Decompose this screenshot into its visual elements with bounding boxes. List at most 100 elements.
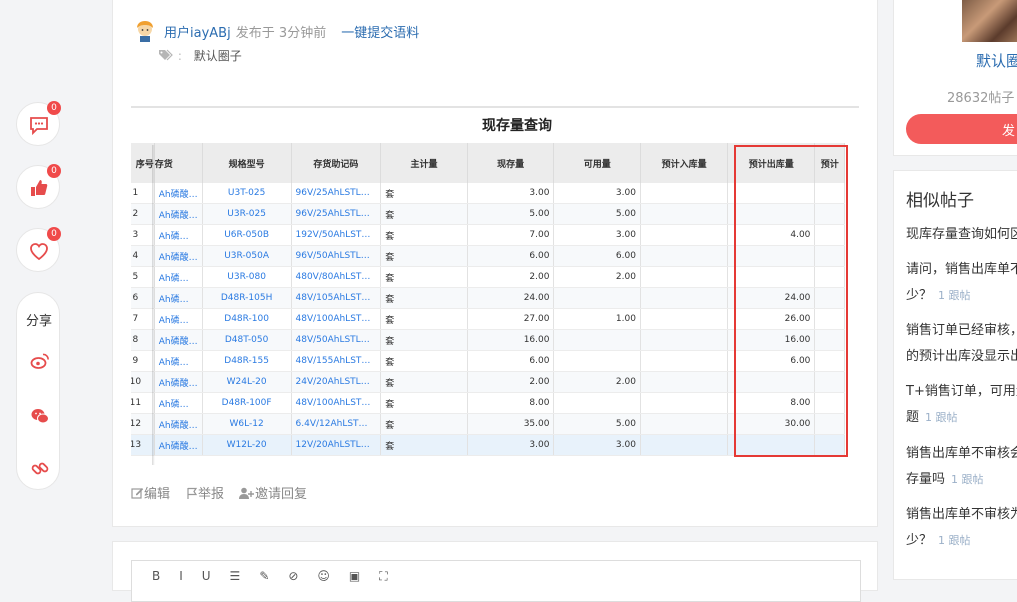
similar-post-4-line2[interactable]: 题1 跟帖 — [906, 406, 958, 425]
similar-post-2[interactable]: 请问，销售出库单不 — [906, 258, 1017, 277]
table-cell — [640, 392, 729, 414]
table-cell — [640, 350, 729, 372]
like-button[interactable]: 0 — [16, 164, 61, 209]
similar-post-6-line2[interactable]: 少？ 1 跟帖 — [906, 529, 971, 548]
table-cell — [553, 287, 641, 309]
new-post-label: 发 — [1002, 124, 1016, 139]
link-icon[interactable] — [30, 459, 50, 479]
table-cell: 套 — [380, 308, 468, 330]
table-cell: Ah磷… — [154, 350, 203, 372]
similar-post-3[interactable]: 销售订单已经审核， — [906, 319, 1017, 338]
table-cell: 2.00 — [467, 266, 555, 288]
table-cell: D48R-100 — [202, 308, 292, 330]
table-cell: 套 — [380, 413, 468, 435]
author-link[interactable]: 用户iayABj — [164, 26, 231, 41]
circle-name[interactable]: 默认圈 — [976, 50, 1017, 71]
wechat-icon[interactable] — [30, 407, 50, 425]
table-cell: 套 — [380, 371, 468, 393]
table-cell: 8 — [131, 329, 155, 351]
table-cell: 24V/20AhLSTL… — [291, 371, 382, 393]
table-cell: U3R-025 — [202, 203, 292, 225]
table-cell — [553, 350, 641, 372]
thumbs-up-icon — [31, 180, 48, 196]
report-action[interactable]: 举报 — [186, 483, 224, 502]
table-cell: D48R-155 — [202, 350, 292, 372]
table-cell — [553, 392, 641, 414]
table-cell: 3.00 — [553, 224, 641, 246]
table-cell: 套 — [380, 266, 468, 288]
table-cell: 10 — [131, 371, 155, 393]
column-header: 序号 — [131, 143, 155, 183]
similar-post-5[interactable]: 销售出库单不审核会 — [906, 442, 1017, 461]
circle-cover-image[interactable] — [962, 0, 1017, 42]
table-cell: 5.00 — [467, 203, 555, 225]
follow-count: 1 跟帖 — [951, 473, 984, 486]
comment-count-badge: 0 — [47, 101, 61, 115]
column-header: 主计量 — [380, 143, 468, 183]
edit-icon — [131, 488, 144, 499]
table-cell: 12 — [131, 413, 155, 435]
reply-editor[interactable]: BIU☰✎⊘☺▣⛶ — [131, 560, 861, 602]
table-cell: 6 — [131, 287, 155, 309]
table-cell: 1.00 — [553, 308, 641, 330]
weibo-icon[interactable] — [30, 352, 50, 370]
table-cell: Ah磷… — [154, 287, 203, 309]
new-post-button[interactable]: 发 — [906, 114, 1017, 144]
table-cell: 套 — [380, 287, 468, 309]
edit-label: 编辑 — [144, 487, 171, 502]
table-cell: 3 — [131, 224, 155, 246]
share-panel: 分享 — [16, 292, 60, 490]
similar-post-3-line2[interactable]: 的预计出库没显示出 — [906, 345, 1017, 364]
avatar[interactable] — [135, 20, 155, 42]
submit-corpus-link[interactable]: 一键提交语料 — [341, 26, 419, 41]
table-cell: 3.00 — [467, 183, 555, 204]
similar-post-1[interactable]: 现库存量查询如何区 — [906, 223, 1017, 242]
table-cell — [553, 329, 641, 351]
table-cell: D48R-105H — [202, 287, 292, 309]
table-cell: 7 — [131, 308, 155, 330]
table-cell: W12L-20 — [202, 434, 292, 456]
similar-post-2-line2[interactable]: 少？ 1 跟帖 — [906, 284, 971, 303]
similar-post-5-line2[interactable]: 存量吗 1 跟帖 — [906, 468, 984, 487]
table-cell: 96V/25AhLSTL… — [291, 203, 382, 225]
image-divider — [131, 106, 859, 108]
table-cell: 2 — [131, 203, 155, 225]
table-cell: 6.00 — [467, 350, 555, 372]
column-header: 规格型号 — [202, 143, 292, 183]
table-cell: W6L-12 — [202, 413, 292, 435]
inventory-title: 现存量查询 — [482, 118, 552, 134]
post-tag[interactable]: 默认圈子 — [194, 49, 242, 63]
table-cell: 96V/50AhLSTL… — [291, 245, 382, 267]
table-cell: 套 — [380, 434, 468, 456]
table-cell: 套 — [380, 350, 468, 372]
follow-count: 1 跟帖 — [938, 534, 971, 547]
like-count-badge: 0 — [47, 164, 61, 178]
highlight-box — [734, 145, 848, 457]
tag-separator: : — [177, 49, 182, 63]
table-cell: 96V/25AhLSTL… — [291, 183, 382, 204]
table-cell: W24L-20 — [202, 371, 292, 393]
favorite-button[interactable]: 0 — [16, 227, 61, 272]
table-cell: 3.00 — [553, 434, 641, 456]
similar-post-4[interactable]: T+销售订单，可用量 — [906, 380, 1017, 399]
similar-post-6[interactable]: 销售出库单不审核为 — [906, 503, 1017, 522]
table-cell: 6.4V/12AhLST… — [291, 413, 382, 435]
table-cell: 48V/155AhLST… — [291, 350, 382, 372]
table-cell: 1 — [131, 183, 155, 204]
table-cell: D48T-050 — [202, 329, 292, 351]
comment-button[interactable]: 0 — [16, 101, 61, 146]
table-cell — [640, 413, 729, 435]
column-header: 存货助记码 — [291, 143, 382, 183]
table-cell: U3T-025 — [202, 183, 292, 204]
comment-icon — [30, 117, 48, 136]
report-label: 举报 — [198, 487, 225, 502]
table-cell — [640, 266, 729, 288]
table-cell — [640, 287, 729, 309]
invite-action[interactable]: 邀请回复 — [239, 483, 307, 502]
table-cell: 6.00 — [467, 245, 555, 267]
table-cell: 3.00 — [553, 183, 641, 204]
table-cell: 2.00 — [553, 371, 641, 393]
edit-action[interactable]: 编辑 — [131, 483, 170, 502]
editor-toolbar[interactable]: BIU☰✎⊘☺▣⛶ — [152, 569, 407, 584]
table-cell: Ah磷酸… — [154, 413, 203, 435]
